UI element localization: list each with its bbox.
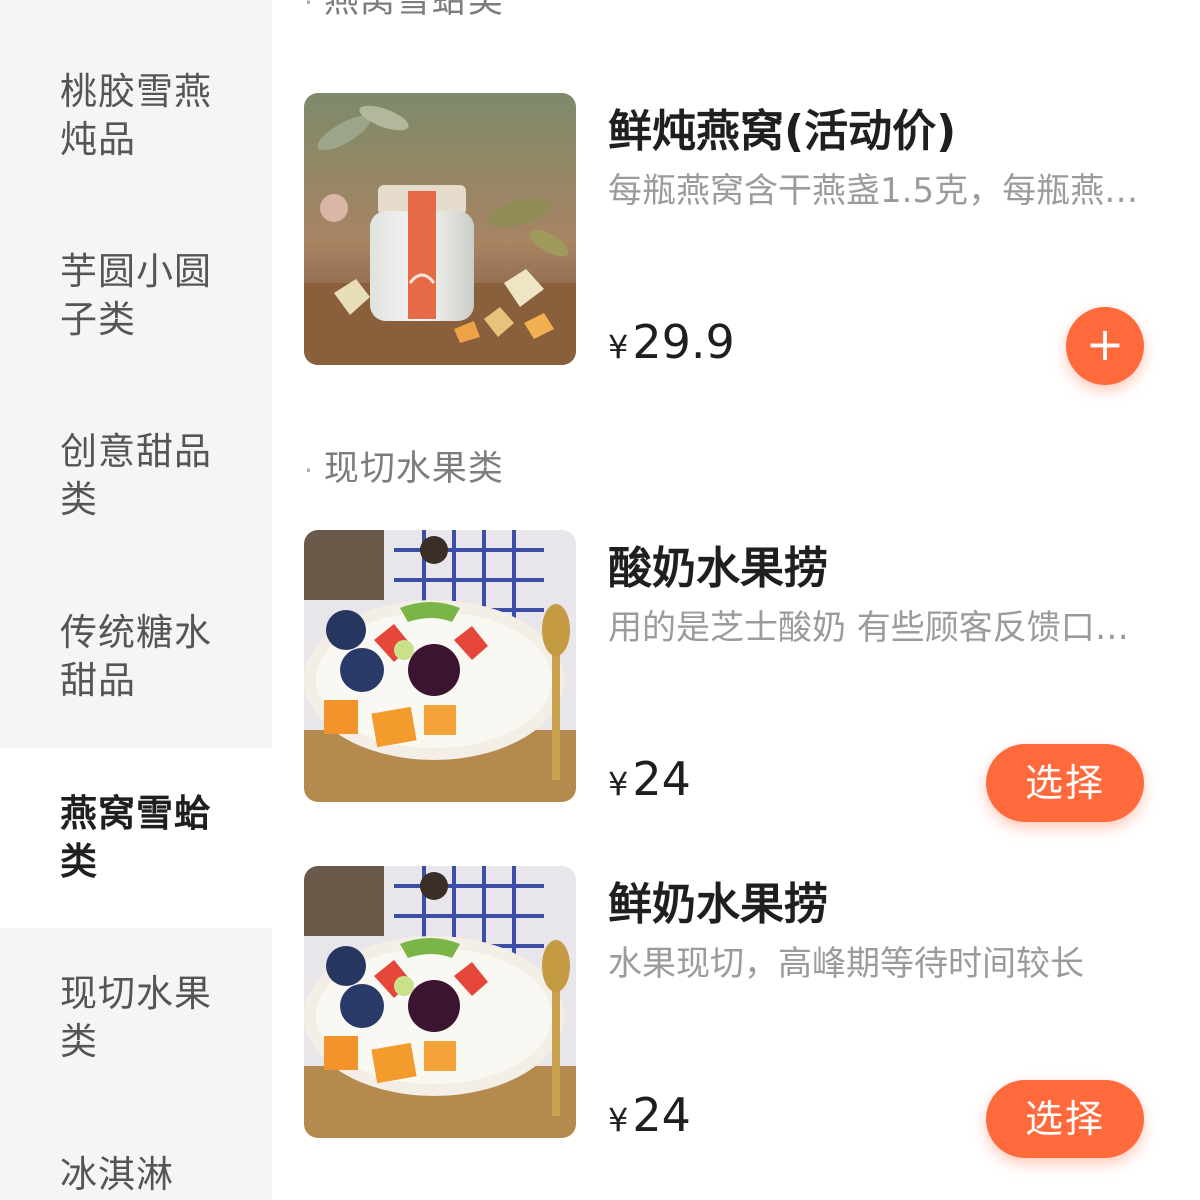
- sidebar-item-bird-nest[interactable]: 燕窝雪蛤类: [0, 748, 272, 928]
- sidebar-item-label: 创意甜品类: [60, 430, 212, 521]
- category-sidebar: 桃胶雪燕炖品 芋圆小圆子类 创意甜品类 传统糖水甜品 燕窝雪蛤类 现切水果类 冰…: [0, 0, 272, 1200]
- product-card[interactable]: 酸奶水果捞 用的是芝士酸奶 有些顾客反馈口感偏酸 ¥24 选择: [304, 530, 1164, 822]
- sidebar-item-label: 传统糖水甜品: [60, 611, 212, 702]
- section-title: · 燕窝雪蛤类: [304, 0, 504, 23]
- product-name: 鲜炖燕窝(活动价): [608, 106, 957, 157]
- price-value: 24: [632, 752, 691, 806]
- select-spec-button[interactable]: 选择: [986, 744, 1144, 822]
- product-description: 每瓶燕窝含干燕盏1.5克，每瓶燕窝含干燕盏1.5克: [608, 171, 1148, 211]
- product-price: ¥24: [608, 1092, 691, 1138]
- price-value: 24: [632, 1088, 691, 1142]
- product-card[interactable]: 鲜炖燕窝(活动价) 每瓶燕窝含干燕盏1.5克，每瓶燕窝含干燕盏1.5克 ¥29.…: [304, 93, 1164, 385]
- sidebar-item-fresh-fruit[interactable]: 现切水果类: [0, 968, 272, 1068]
- product-name: 鲜奶水果捞: [608, 879, 828, 930]
- bullet-dot: ·: [304, 454, 314, 487]
- sidebar-item-ice-cream[interactable]: 冰淇淋: [0, 1150, 272, 1200]
- section-title-text: 燕窝雪蛤类: [323, 0, 504, 21]
- product-image-fruit-milk: [304, 866, 576, 1138]
- currency-symbol: ¥: [608, 328, 629, 366]
- product-image-fruit-yogurt: [304, 530, 576, 802]
- bullet-dot: ·: [304, 0, 314, 19]
- product-description: 用的是芝士酸奶 有些顾客反馈口感偏酸: [608, 608, 1148, 648]
- product-card[interactable]: 鲜奶水果捞 水果现切，高峰期等待时间较长 ¥24 选择: [304, 866, 1164, 1158]
- select-spec-button[interactable]: 选择: [986, 1080, 1144, 1158]
- currency-symbol: ¥: [608, 765, 629, 803]
- sidebar-item-label: 现切水果类: [60, 972, 212, 1063]
- product-price: ¥29.9: [608, 319, 735, 365]
- sidebar-item-label: 芋圆小圆子类: [60, 250, 212, 341]
- currency-symbol: ¥: [608, 1101, 629, 1139]
- sidebar-item-label: 桃胶雪燕炖品: [60, 70, 212, 161]
- add-to-cart-button[interactable]: +: [1066, 307, 1144, 385]
- product-name: 酸奶水果捞: [608, 543, 828, 594]
- sidebar-item-traditional-tangshui[interactable]: 传统糖水甜品: [0, 607, 272, 707]
- sidebar-item-taojiao[interactable]: 桃胶雪燕炖品: [0, 66, 272, 166]
- section-title-text: 现切水果类: [323, 449, 504, 489]
- sidebar-item-yuyuan[interactable]: 芋圆小圆子类: [0, 246, 272, 346]
- product-price: ¥24: [608, 756, 691, 802]
- price-value: 29.9: [632, 315, 735, 369]
- sidebar-item-label: 燕窝雪蛤类: [60, 792, 212, 883]
- sidebar-item-label: 冰淇淋: [60, 1153, 174, 1196]
- sidebar-item-creative-dessert[interactable]: 创意甜品类: [0, 426, 272, 526]
- product-image-bird-nest: [304, 93, 576, 365]
- section-title: · 现切水果类: [304, 440, 504, 491]
- product-description: 水果现切，高峰期等待时间较长: [608, 944, 1084, 984]
